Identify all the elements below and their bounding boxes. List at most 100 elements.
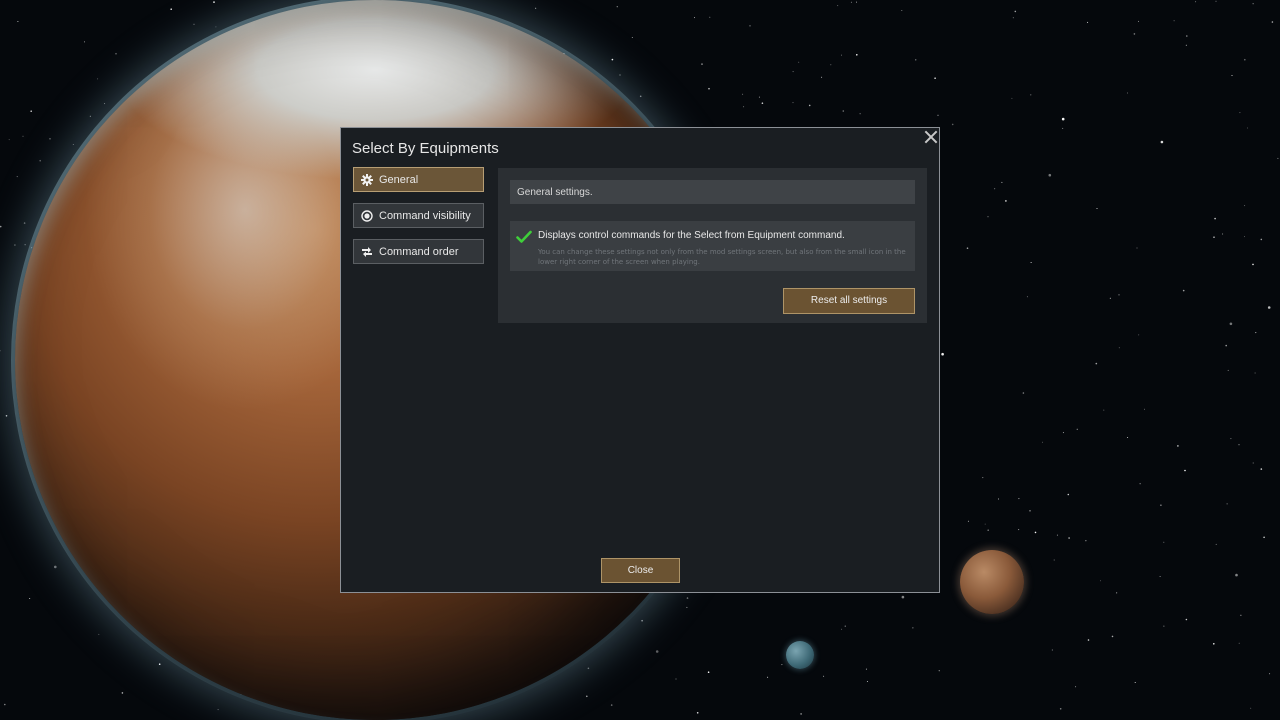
star: [49, 138, 51, 140]
star: [193, 23, 195, 25]
game-background: Select By Equipments General Command vis…: [0, 0, 1280, 720]
star: [984, 523, 986, 525]
star: [72, 144, 74, 145]
star: [1252, 462, 1254, 464]
star: [701, 63, 703, 65]
star: [1215, 0, 1217, 2]
star: [856, 54, 858, 56]
star: [1005, 200, 1007, 202]
star: [1271, 21, 1274, 23]
settings-dialog: Select By Equipments General Command vis…: [340, 127, 940, 593]
radio-target-icon: [361, 210, 373, 222]
star: [1231, 75, 1233, 76]
star: [1225, 344, 1227, 347]
star: [823, 675, 825, 677]
star: [1087, 21, 1089, 23]
star: [1051, 649, 1053, 651]
star: [1244, 205, 1246, 207]
star: [758, 96, 760, 98]
tab-general[interactable]: General: [353, 167, 484, 192]
tiny-moon: [786, 641, 814, 669]
star: [1062, 127, 1064, 129]
tab-command-order[interactable]: Command order: [353, 239, 484, 264]
gear-icon: [361, 174, 373, 186]
star: [792, 71, 794, 73]
star: [1229, 322, 1233, 326]
star: [987, 529, 989, 531]
star: [1103, 409, 1105, 411]
star: [1263, 536, 1265, 539]
star: [1062, 432, 1064, 434]
star: [631, 37, 633, 38]
star: [686, 597, 689, 599]
star: [1127, 92, 1128, 94]
star: [1011, 97, 1013, 99]
star: [1100, 580, 1101, 582]
star: [1136, 247, 1138, 249]
tab-command-visibility-label: Command visibility: [379, 210, 471, 222]
star: [22, 135, 24, 137]
star: [675, 678, 677, 680]
star: [1026, 296, 1028, 298]
star: [1159, 576, 1161, 577]
close-icon[interactable]: [922, 128, 940, 146]
star: [1118, 294, 1120, 296]
star: [655, 650, 659, 653]
star: [1186, 35, 1188, 37]
star: [686, 606, 688, 608]
star: [1238, 642, 1240, 644]
star: [89, 115, 91, 117]
star: [798, 61, 800, 63]
tab-command-visibility[interactable]: Command visibility: [353, 203, 484, 228]
star: [865, 668, 867, 670]
star: [213, 1, 215, 3]
star: [1177, 445, 1179, 447]
star: [856, 1, 857, 3]
star: [158, 663, 161, 665]
setting-display-commands[interactable]: Displays control commands for the Select…: [510, 221, 915, 271]
star: [611, 58, 614, 61]
star: [1001, 181, 1003, 183]
settings-content-panel: General settings. Displays control comma…: [498, 168, 927, 323]
star: [743, 106, 745, 108]
star: [1252, 263, 1254, 266]
star: [850, 1, 852, 3]
star: [0, 350, 1, 352]
star: [1277, 157, 1279, 159]
star: [619, 74, 621, 76]
star: [1238, 444, 1240, 446]
star: [830, 64, 832, 66]
star: [1116, 592, 1118, 594]
star: [1184, 469, 1186, 472]
checkmark-icon[interactable]: [516, 229, 532, 243]
star: [1269, 673, 1271, 675]
star: [587, 667, 590, 670]
star: [1029, 510, 1031, 512]
star: [98, 633, 100, 635]
star: [934, 77, 936, 79]
dialog-title: Select By Equipments: [352, 140, 499, 157]
star: [1185, 618, 1188, 621]
star: [1018, 529, 1020, 531]
reorder-arrows-icon: [361, 246, 373, 258]
star: [535, 7, 537, 9]
close-button[interactable]: Close: [601, 558, 680, 583]
star: [998, 498, 999, 500]
star: [1118, 347, 1120, 349]
star: [808, 104, 811, 107]
star: [1213, 236, 1215, 238]
star: [707, 671, 710, 673]
star: [1061, 117, 1065, 121]
star: [1056, 534, 1058, 536]
star: [742, 93, 744, 95]
star: [1012, 17, 1014, 19]
star: [14, 244, 16, 246]
star: [170, 8, 172, 10]
star: [1214, 217, 1216, 220]
star: [1109, 297, 1111, 299]
star: [1034, 531, 1037, 534]
star: [966, 247, 969, 249]
star: [841, 54, 842, 56]
star: [982, 477, 984, 479]
reset-all-settings-button[interactable]: Reset all settings: [783, 288, 915, 314]
